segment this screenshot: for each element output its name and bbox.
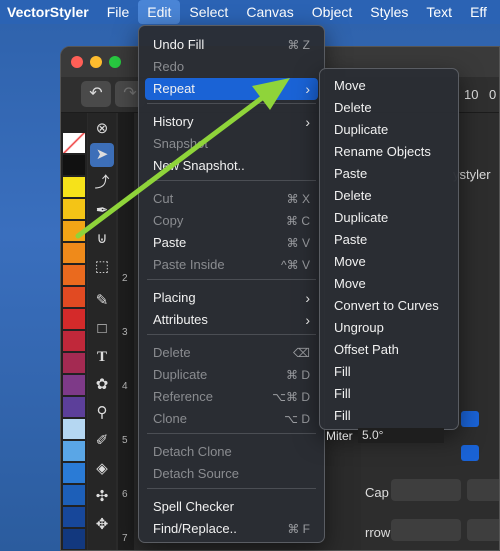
annotation-arrow bbox=[75, 78, 290, 239]
